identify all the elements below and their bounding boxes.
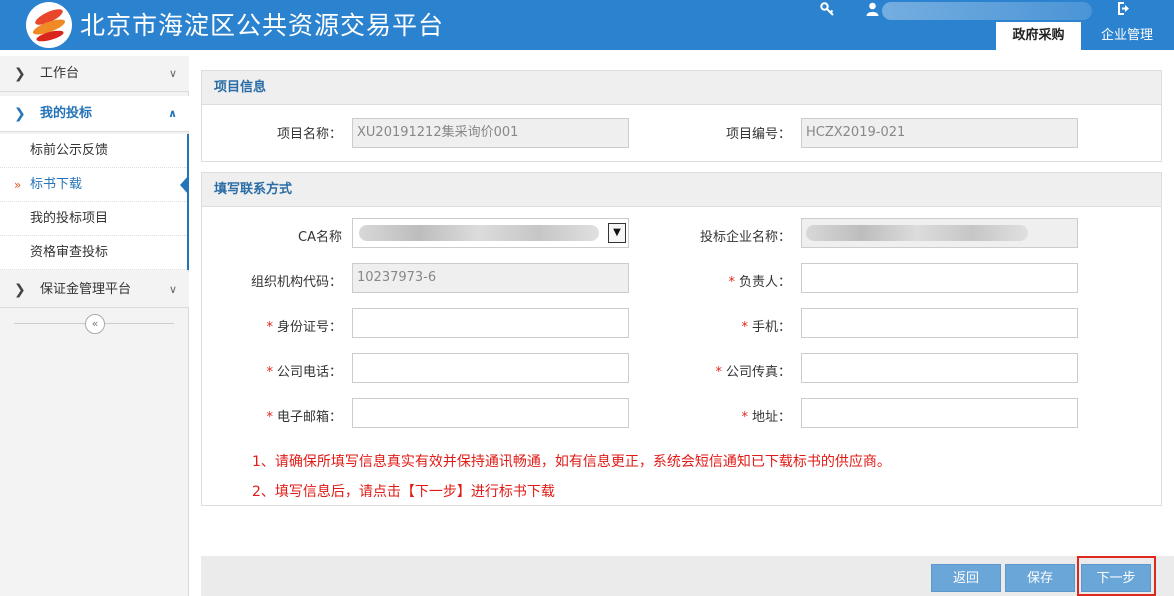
chevron-right-icon: ❯ (14, 66, 26, 82)
sidebar-item-label: 我的投标 (40, 106, 93, 121)
logout-icon[interactable] (1118, 2, 1132, 19)
double-chevron-icon: » (14, 178, 22, 192)
sidebar-item-label: 保证金管理平台 (40, 282, 132, 297)
sidebar-subitem-my-bid-projects[interactable]: 我的投标项目 (0, 202, 189, 236)
label-text: 公司传真： (725, 365, 791, 380)
sidebar-subitem-label: 我的投标项目 (30, 211, 109, 226)
action-bar: 返回 保存 下一步 (201, 556, 1174, 596)
required-mark: * (741, 410, 748, 425)
label-text: 负责人： (738, 275, 791, 290)
chevron-down-icon: ∨ (168, 283, 177, 296)
chevron-down-icon: ∨ (168, 67, 177, 80)
tab-enterprise-management[interactable]: 企业管理 (1085, 22, 1169, 50)
main-content: 项目信息 项目名称： XU20191212集采询价001 项目编号： HCZX2… (189, 56, 1174, 596)
redacted-value (806, 225, 1028, 241)
sidebar-subitem-label: 标书下载 (30, 177, 83, 192)
company-phone-label: * 公司电话： (212, 361, 342, 380)
project-name-label: 项目名称： (276, 127, 342, 142)
sidebar-item-label: 工作台 (40, 66, 80, 81)
panel-title: 项目信息 (202, 71, 1161, 105)
panel-title: 填写联系方式 (202, 173, 1161, 207)
label-text: 地址： (751, 410, 791, 425)
required-mark: * (266, 410, 273, 425)
sidebar-item-my-bids[interactable]: ❯ 我的投标 ∧ (0, 96, 189, 132)
sidebar-subitem-prebid-feedback[interactable]: 标前公示反馈 (0, 134, 189, 168)
platform-logo (26, 2, 72, 48)
company-fax-label: * 公司传真： (661, 361, 791, 380)
company-name-label: 投标企业名称： (699, 230, 791, 245)
chevron-up-icon: ∧ (168, 107, 177, 120)
sidebar-subitem-label: 资格审查投标 (30, 245, 109, 260)
sidebar-subitem-qualification-review[interactable]: 资格审查投标 (0, 236, 189, 270)
project-number-label: 项目编号： (725, 127, 791, 142)
required-mark: * (741, 320, 748, 335)
leader-input[interactable] (801, 263, 1078, 293)
ca-name-select[interactable]: ▼ (352, 218, 629, 248)
address-input[interactable] (801, 398, 1078, 428)
required-mark: * (728, 275, 735, 290)
label-text: 身份证号： (276, 320, 342, 335)
required-mark: * (715, 365, 722, 380)
key-icon[interactable] (820, 2, 834, 20)
mobile-label: * 手机： (661, 316, 791, 335)
org-code-label: 组织机构代码： (250, 275, 342, 290)
notice-line-2: 2、填写信息后，请点击【下一步】进行标书下载 (252, 484, 555, 500)
dropdown-arrow-icon[interactable]: ▼ (608, 223, 626, 243)
required-mark: * (266, 320, 273, 335)
contact-info-panel: 填写联系方式 CA名称 ▼ 投标企业名称： 组织机构代码： 10237973-6… (201, 172, 1162, 506)
mobile-input[interactable] (801, 308, 1078, 338)
label-text: 电子邮箱： (276, 410, 342, 425)
top-header: 北京市海淀区公共资源交易平台 政府采购 企业管理 (0, 0, 1174, 50)
email-input[interactable] (352, 398, 629, 428)
tab-government-procurement[interactable]: 政府采购 (996, 22, 1081, 50)
project-name-field: XU20191212集采询价001 (352, 118, 629, 148)
company-name-field (801, 218, 1078, 248)
back-button[interactable]: 返回 (931, 564, 1001, 592)
sidebar: ❯ 工作台 ∨ ❯ 我的投标 ∧ 标前公示反馈 » 标书下载 我的投标项目 资格… (0, 56, 189, 596)
sidebar-item-workbench[interactable]: ❯ 工作台 ∨ (0, 56, 189, 92)
chevron-right-icon: ❯ (14, 282, 26, 298)
org-code-field: 10237973-6 (352, 263, 629, 293)
site-title: 北京市海淀区公共资源交易平台 (80, 11, 445, 40)
redacted-value (359, 225, 599, 241)
company-phone-input[interactable] (352, 353, 629, 383)
collapse-sidebar-icon[interactable]: « (85, 314, 105, 334)
email-label: * 电子邮箱： (212, 406, 342, 425)
ca-name-label: CA名称 (298, 230, 342, 245)
project-info-panel: 项目信息 项目名称： XU20191212集采询价001 项目编号： HCZX2… (201, 70, 1162, 162)
sidebar-subitem-label: 标前公示反馈 (30, 143, 109, 158)
chevron-right-icon: ❯ (14, 106, 26, 122)
leader-label: * 负责人： (661, 271, 791, 290)
id-number-label: * 身份证号： (212, 316, 342, 335)
label-text: 手机： (751, 320, 791, 335)
required-mark: * (266, 365, 273, 380)
save-button[interactable]: 保存 (1005, 564, 1075, 592)
user-icon[interactable] (866, 2, 879, 20)
address-label: * 地址： (661, 406, 791, 425)
id-number-input[interactable] (352, 308, 629, 338)
user-name-redacted (882, 2, 1092, 20)
next-step-button[interactable]: 下一步 (1081, 564, 1151, 592)
notice-line-1: 1、请确保所填写信息真实有效并保持通讯畅通，如有信息更正，系统会短信通知已下载标… (252, 454, 891, 470)
project-number-field: HCZX2019-021 (801, 118, 1078, 148)
sidebar-item-deposit-platform[interactable]: ❯ 保证金管理平台 ∨ (0, 272, 189, 308)
sidebar-subitem-tender-download[interactable]: » 标书下载 (0, 168, 189, 202)
company-fax-input[interactable] (801, 353, 1078, 383)
label-text: 公司电话： (276, 365, 342, 380)
